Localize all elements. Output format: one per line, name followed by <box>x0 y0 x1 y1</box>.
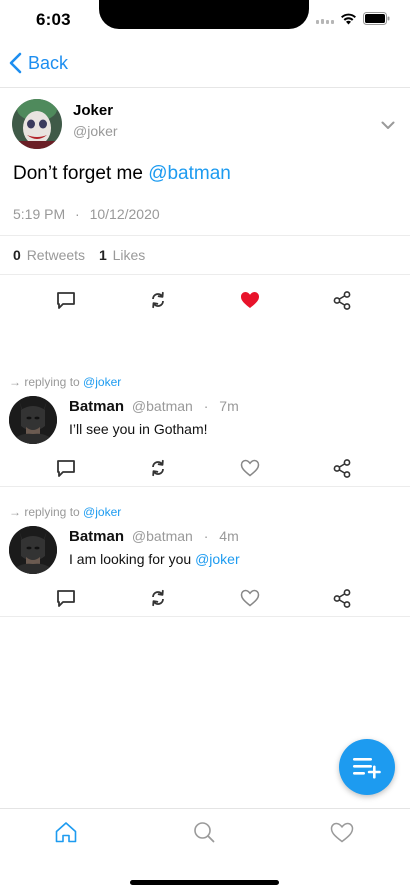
heart-icon <box>330 822 354 842</box>
share-button[interactable] <box>330 456 354 480</box>
divider <box>0 616 410 617</box>
reply-header: Batman @batman · 7m <box>69 398 239 415</box>
wifi-icon <box>341 13 356 24</box>
tweet-text: Don’t forget me @batman <box>13 163 231 185</box>
comment-icon <box>57 291 75 309</box>
chevron-left-icon <box>9 52 22 74</box>
compose-button[interactable] <box>339 739 395 795</box>
retweet-button[interactable] <box>146 456 170 480</box>
reply-author-name: Batman <box>69 398 125 415</box>
battery-icon <box>363 12 390 25</box>
share-icon <box>333 458 351 478</box>
more-button[interactable] <box>381 117 395 135</box>
reply-context-prefix: → replying to <box>9 375 80 389</box>
reply-button[interactable] <box>54 586 78 610</box>
search-icon <box>194 822 215 843</box>
avatar[interactable] <box>9 526 57 574</box>
retweet-icon <box>152 589 164 607</box>
reply-mention[interactable]: @joker <box>195 551 240 567</box>
avatar[interactable] <box>12 99 62 149</box>
reply-author-handle: @batman <box>131 528 193 544</box>
author-name: Joker <box>73 102 114 119</box>
reply-header: Batman @batman · 4m <box>69 528 239 545</box>
retweets-label[interactable]: Retweets <box>27 247 85 263</box>
tweet-body: Don’t forget me <box>13 163 143 184</box>
tab-search[interactable] <box>191 819 217 845</box>
author-handle: @joker <box>73 123 118 139</box>
divider <box>0 274 410 275</box>
retweet-button[interactable] <box>146 586 170 610</box>
reply-button[interactable] <box>54 288 78 312</box>
tweet-mention[interactable]: @batman <box>148 163 231 184</box>
status-time: 6:03 <box>36 10 71 29</box>
signal-icon <box>316 14 334 24</box>
reply-text: I am looking for you @joker <box>69 551 240 567</box>
retweet-icon <box>152 459 164 477</box>
reply-body: I am looking for you <box>69 551 192 567</box>
tweet-actions <box>0 288 410 314</box>
reply-context: → replying to @joker <box>9 505 121 519</box>
share-button[interactable] <box>330 586 354 610</box>
home-icon <box>55 822 77 843</box>
heart-icon <box>240 459 260 477</box>
retweet-button[interactable] <box>146 288 170 312</box>
retweet-icon <box>152 291 164 309</box>
reply-time: 7m <box>219 398 239 414</box>
tweet-timestamp: 5:19 PM · 10/12/2020 <box>13 206 160 222</box>
avatar[interactable] <box>9 396 57 444</box>
reply-context-handle[interactable]: @joker <box>83 505 121 519</box>
like-button[interactable] <box>238 288 262 312</box>
like-button[interactable] <box>238 456 262 480</box>
divider <box>0 486 410 487</box>
comment-icon <box>57 589 75 607</box>
reply-time: 4m <box>219 528 239 544</box>
reply-context-handle[interactable]: @joker <box>83 375 121 389</box>
reply-actions <box>0 456 410 482</box>
reply-separator: · <box>203 528 209 544</box>
likes-count: 1 <box>98 247 107 263</box>
nav-bar: Back <box>0 44 410 88</box>
reply-author-handle: @batman <box>131 398 193 414</box>
tweet-time: 5:19 PM <box>13 206 66 222</box>
reply-author-name: Batman <box>69 528 125 545</box>
compose-icon <box>353 758 381 779</box>
reply-button[interactable] <box>54 456 78 480</box>
share-button[interactable] <box>330 288 354 312</box>
chevron-down-icon <box>381 121 395 129</box>
meta-separator: · <box>75 206 80 222</box>
status-icons <box>316 12 390 25</box>
home-indicator <box>130 880 279 885</box>
back-button[interactable]: Back <box>9 52 68 74</box>
notch <box>99 0 309 29</box>
divider <box>0 235 410 236</box>
like-button[interactable] <box>238 586 262 610</box>
tweet-date: 10/12/2020 <box>89 206 160 222</box>
likes-label[interactable]: Likes <box>113 247 146 263</box>
retweets-count: 0 <box>13 247 21 263</box>
reply-actions <box>0 586 410 612</box>
reply-separator: · <box>203 398 209 414</box>
heart-icon <box>241 292 259 308</box>
tab-home[interactable] <box>53 819 79 845</box>
reply-body: I’ll see you in Gotham! <box>69 421 208 437</box>
share-icon <box>333 290 351 310</box>
heart-icon <box>240 589 260 607</box>
tweet-stats: 0 Retweets 1 Likes <box>13 247 145 263</box>
comment-icon <box>57 459 75 477</box>
reply-text: I’ll see you in Gotham! <box>69 421 208 437</box>
share-icon <box>333 588 351 608</box>
tab-likes[interactable] <box>329 819 355 845</box>
reply-context-prefix: → replying to <box>9 505 80 519</box>
reply-context: → replying to @joker <box>9 375 121 389</box>
back-label: Back <box>28 52 69 73</box>
status-bar: 6:03 <box>0 0 410 44</box>
